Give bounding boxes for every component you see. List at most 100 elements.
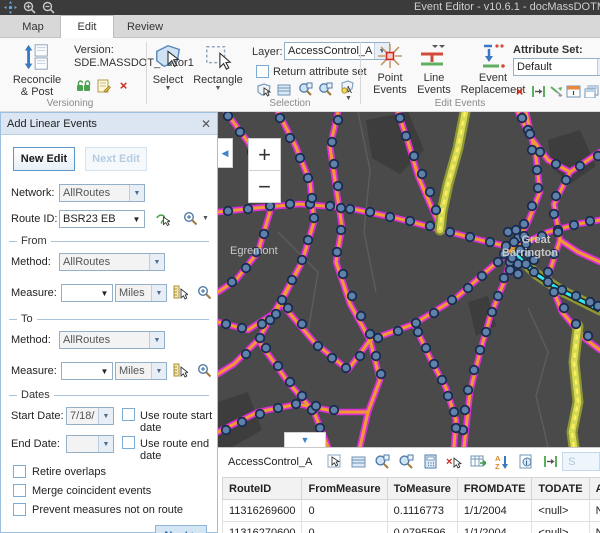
col-frommeasure[interactable]: FromMeasure — [302, 478, 387, 500]
col-tomeasure[interactable]: ToMeasure — [387, 478, 457, 500]
from-measure-pick-icon[interactable] — [173, 285, 188, 300]
to-method-combo[interactable]: AllRoutes ▼ — [59, 331, 165, 349]
from-method-label: Method: — [11, 256, 51, 268]
event-replacement-icon — [478, 42, 508, 70]
route-zoom-caret-icon[interactable]: ▼ — [202, 216, 209, 222]
use-route-start-date-checkbox[interactable] — [122, 408, 135, 421]
tab-edit[interactable]: Edit — [60, 15, 114, 38]
select-caret-icon[interactable]: ▼ — [165, 86, 172, 92]
zoom-in-icon[interactable] — [23, 1, 36, 14]
select-button[interactable]: Select ▼ — [146, 42, 190, 92]
map-label-great: Great — [522, 234, 551, 246]
col-routeid[interactable]: RouteID — [223, 478, 302, 500]
rectangle-caret-icon[interactable]: ▼ — [215, 86, 222, 92]
attribute-set-combo[interactable]: Default ▼ — [513, 58, 600, 76]
from-measure-caret-icon[interactable]: ▼ — [97, 285, 112, 301]
reconcile-post-button[interactable]: Reconcile & Post — [8, 42, 66, 98]
svg-text:Z: Z — [495, 462, 500, 470]
panels-stack-icon[interactable] — [584, 84, 599, 99]
rectangle-button[interactable]: Rectangle ▼ — [190, 42, 246, 92]
point-events-button[interactable]: Point Events — [368, 42, 412, 96]
table-zoom-selected-icon[interactable] — [374, 453, 390, 470]
prevent-measures-checkbox[interactable] — [13, 503, 26, 516]
table-sort-icon[interactable]: AZ — [494, 453, 510, 470]
reconcile-icon — [22, 42, 52, 72]
cell-fromdate: 1/1/2004 — [457, 522, 532, 533]
use-route-end-date-label: Use route end date — [140, 438, 217, 462]
map-view[interactable]: Egremont Great Barrington ◀ + − ▼ — [218, 112, 600, 447]
map-zoom-in-button[interactable]: + — [248, 138, 281, 171]
col-fromdate[interactable]: FROMDATE — [457, 478, 532, 500]
table-select-icon[interactable] — [326, 453, 342, 470]
table-offset-icon[interactable] — [542, 453, 558, 470]
end-date-combo[interactable]: ▼ — [66, 435, 114, 453]
map-zoom-out-button[interactable]: − — [248, 170, 281, 203]
zoom-to-selection-icon[interactable] — [298, 82, 313, 97]
cell-tomeasure: 0.1116773 — [387, 500, 457, 522]
use-route-end-date-checkbox[interactable] — [122, 436, 135, 449]
new-version-icon[interactable] — [96, 78, 111, 93]
route-id-caret-icon[interactable]: ▼ — [129, 211, 144, 227]
version-unlock-icon[interactable] — [76, 78, 91, 93]
from-group-legend: From — [9, 235, 209, 247]
to-measure-combo[interactable]: ▼ — [61, 362, 113, 380]
col-todate[interactable]: TODATE — [532, 478, 589, 500]
table-export-icon[interactable] — [470, 453, 486, 470]
selectable-layers-caret-icon[interactable]: ▼ — [345, 96, 352, 102]
table-list-icon[interactable] — [350, 453, 366, 470]
from-measure-label: Measure: — [11, 287, 57, 299]
zoom-out-icon[interactable] — [42, 1, 55, 14]
table-identify-icon[interactable]: i — [518, 453, 534, 470]
route-zoom-icon[interactable] — [183, 211, 198, 226]
cell-tomeasure: 0.0795596 — [387, 522, 457, 533]
route-id-value: BSR23 EB — [60, 213, 129, 225]
table-pan-selected-icon[interactable] — [398, 453, 414, 470]
select-route-on-map-icon[interactable] — [155, 211, 170, 226]
table-row[interactable]: 11316269600 0 0.1116773 1/1/2004 <null> … — [223, 500, 600, 522]
line-events-button[interactable]: Line Events — [412, 42, 456, 96]
split-event-icon[interactable] — [549, 84, 564, 99]
collapse-panel-button[interactable]: ◀ — [218, 138, 233, 168]
cell-todate: <null> — [532, 522, 589, 533]
collapse-table-button[interactable]: ▼ — [284, 432, 326, 447]
start-date-combo[interactable]: 7/18/ ▼ — [66, 407, 114, 425]
network-combo[interactable]: AllRoutes ▼ — [59, 184, 145, 202]
table-clear-selection-icon[interactable]: × — [446, 453, 462, 470]
next-button[interactable]: Next > — [155, 525, 207, 533]
offset-event-icon[interactable] — [531, 84, 546, 99]
pan-to-selection-icon[interactable] — [318, 82, 333, 97]
table-partial-button[interactable]: S — [562, 452, 600, 471]
to-zoom-icon[interactable] — [197, 363, 212, 378]
to-measure-caret-icon[interactable]: ▼ — [97, 363, 112, 379]
pan-icon[interactable] — [4, 1, 17, 14]
panel-header: Add Linear Events ✕ — [1, 113, 217, 135]
from-zoom-icon[interactable] — [197, 285, 212, 300]
route-id-combo[interactable]: BSR23 EB ▼ — [59, 210, 145, 228]
layer-label: Layer: — [252, 46, 283, 58]
delete-event-icon[interactable]: × — [512, 84, 527, 99]
attribute-set-label: Attribute Set: — [513, 44, 583, 56]
retire-overlaps-checkbox[interactable] — [13, 465, 26, 478]
panel-close-icon[interactable]: ✕ — [201, 117, 211, 131]
attribute-list-icon[interactable] — [276, 82, 291, 97]
merge-coincident-events-checkbox[interactable] — [13, 484, 26, 497]
attributes-window-icon[interactable] — [566, 84, 581, 99]
select-features-small-icon[interactable] — [256, 82, 271, 97]
from-units-combo[interactable]: Miles ▼ — [115, 284, 167, 302]
col-access[interactable]: AC — [589, 478, 600, 500]
to-measure-pick-icon[interactable] — [173, 363, 188, 378]
delete-version-icon[interactable]: × — [116, 78, 131, 93]
return-attribute-set-checkbox[interactable] — [256, 65, 269, 78]
rectangle-select-icon — [203, 42, 233, 72]
table-calculator-icon[interactable] — [422, 453, 438, 470]
tab-review[interactable]: Review — [118, 17, 172, 38]
to-units-combo[interactable]: Miles ▼ — [115, 362, 167, 380]
tab-map[interactable]: Map — [6, 17, 60, 38]
selectable-layers-icon[interactable] — [340, 80, 355, 95]
new-edit-button[interactable]: New Edit — [13, 147, 75, 171]
from-method-combo[interactable]: AllRoutes ▼ — [59, 253, 165, 271]
from-measure-combo[interactable]: ▼ — [61, 284, 113, 302]
title-bar: Event Editor - v10.6.1 - docMassDOTM — [0, 0, 600, 15]
table-row[interactable]: 11316270600 0 0.0795596 1/1/2004 <null> … — [223, 522, 600, 533]
app-title: Event Editor - v10.6.1 - docMassDOTM — [414, 1, 600, 13]
